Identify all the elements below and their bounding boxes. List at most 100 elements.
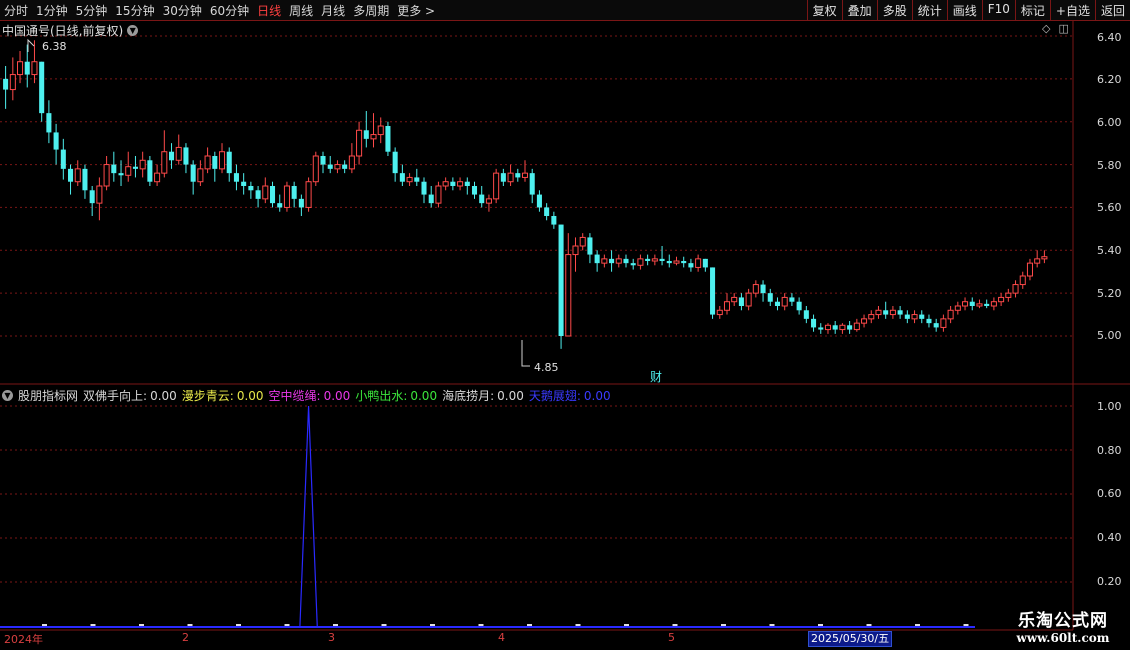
y-tick-label: 6.00 (1097, 116, 1122, 129)
candle-body-up (579, 236, 586, 247)
y-tick-label: 5.80 (1097, 159, 1122, 172)
candle-body-up (262, 185, 269, 200)
candle-body-up (442, 181, 449, 187)
candle-body-up (875, 309, 882, 316)
ind-tick-label: 0.40 (1097, 531, 1122, 544)
candle-body-up (1005, 292, 1012, 298)
indicator-dot (187, 624, 193, 626)
indicator-value: 0.00 (150, 389, 177, 403)
stock-title: 中国通号(日线,前复权) (2, 24, 124, 38)
candle-body-up (305, 181, 312, 208)
candle-body-down (587, 237, 593, 255)
candle-body-up (572, 245, 579, 256)
candle-body-down (399, 173, 405, 182)
candle-body-down (233, 173, 239, 182)
candle-body-down (450, 181, 456, 186)
indicator-dot (575, 624, 581, 626)
ind-tick-label: 0.80 (1097, 444, 1122, 457)
diamond-icon[interactable]: ◇ (1042, 22, 1050, 35)
finance-marker[interactable]: 财 (650, 370, 662, 384)
candle-body-down (738, 297, 744, 306)
candle-body-up (998, 296, 1005, 303)
candle-body-down (342, 164, 348, 169)
watermark-title: 乐淘公式网 (1018, 611, 1108, 631)
candle-body-down (421, 181, 427, 195)
window-icon[interactable]: ◫ (1058, 22, 1068, 35)
candle-body-down (414, 177, 420, 182)
candle-body-up (139, 159, 146, 170)
candle-body-down (933, 323, 939, 328)
candle-body-up (312, 155, 319, 183)
indicator-dot (430, 624, 435, 626)
candle-body-up (370, 134, 377, 140)
candle-body-up (745, 292, 752, 307)
candle-body-up (976, 303, 983, 307)
indicator-value: 0.00 (236, 389, 264, 403)
y-tick-label: 6.20 (1097, 73, 1122, 86)
candle-body-down (147, 160, 153, 182)
date-label: 5 (668, 631, 675, 644)
candle-body-down (659, 258, 665, 261)
candle-body-down (767, 293, 773, 302)
ind-tick-label: 0.60 (1097, 487, 1122, 500)
candle-body-down (385, 126, 391, 152)
candle-body-down (291, 186, 297, 199)
candle-body-down (60, 149, 66, 169)
kline-chart[interactable]: 6.40 6.20 6.00 5.80 5.60 5.40 5.20 5.00 … (0, 0, 1130, 650)
indicator-dot (236, 624, 241, 626)
cursor-date-label: 2025/05/30/五 (808, 631, 893, 647)
candle-body-down (544, 207, 550, 216)
indicator-header: ▼ 股朋指标网 双佛手向上: 0.00 漫步青云: 0.00 空中缆绳: 0.00 小… (2, 387, 611, 404)
indicator-item: 漫步青云: 0.00 (182, 387, 264, 404)
candle-body-up (348, 155, 355, 170)
candle-body-up (356, 129, 363, 157)
candle-body-up (377, 125, 384, 136)
indicator-item: 海底捞月: 0.00 (442, 387, 524, 404)
ind-tick-label: 1.00 (1097, 400, 1122, 413)
indicator-dot (527, 624, 532, 626)
indicator-dot (721, 624, 726, 626)
candle-body-down (479, 194, 485, 204)
candle-body-up (493, 172, 500, 200)
indicator-dot (284, 624, 290, 626)
candle-body-down (111, 164, 117, 174)
candle-body-down (818, 327, 824, 330)
candle-body-down (558, 224, 564, 336)
chevron-down-icon[interactable]: ▼ (2, 390, 13, 401)
candle-body-up (204, 155, 211, 170)
candle-body-up (1026, 262, 1033, 277)
candle-body-up (868, 314, 875, 320)
indicator-label: 天鹅展翅: (528, 389, 581, 403)
candle-body-down (39, 61, 45, 114)
indicator-spike (299, 405, 318, 627)
candle-body-down (919, 314, 925, 319)
candle-body-down (255, 190, 261, 199)
candle-body-up (103, 164, 110, 187)
candle-body-up (1041, 256, 1048, 260)
candle-body-up (1019, 275, 1026, 286)
candle-body-down (24, 61, 30, 75)
chevron-down-icon[interactable]: ▼ (127, 25, 139, 36)
candle-body-down (847, 325, 853, 330)
candle-body-down (811, 318, 817, 328)
high-price-label: 6.38 (42, 40, 67, 53)
candle-body-up (1034, 258, 1041, 264)
candle-body-down (551, 216, 557, 225)
candle-body-down (796, 301, 802, 311)
indicator-dot (333, 624, 338, 626)
candle-body-down (327, 164, 333, 169)
candle-body-up (911, 314, 918, 320)
y-tick-label: 5.20 (1097, 287, 1122, 300)
candle-body-down (464, 181, 470, 186)
candle-body-down (241, 181, 247, 186)
candle-body-up (485, 198, 492, 204)
candle-body-up (161, 151, 168, 174)
candle-body-up (507, 172, 514, 183)
indicator-label: 双佛手向上: (83, 389, 148, 403)
candle-body-down (688, 263, 694, 268)
candle-body-down (645, 258, 651, 261)
candle-body-down (500, 173, 506, 182)
candle-body-up (125, 166, 132, 176)
candle-body-up (9, 74, 16, 91)
candle-body-down (89, 190, 95, 204)
